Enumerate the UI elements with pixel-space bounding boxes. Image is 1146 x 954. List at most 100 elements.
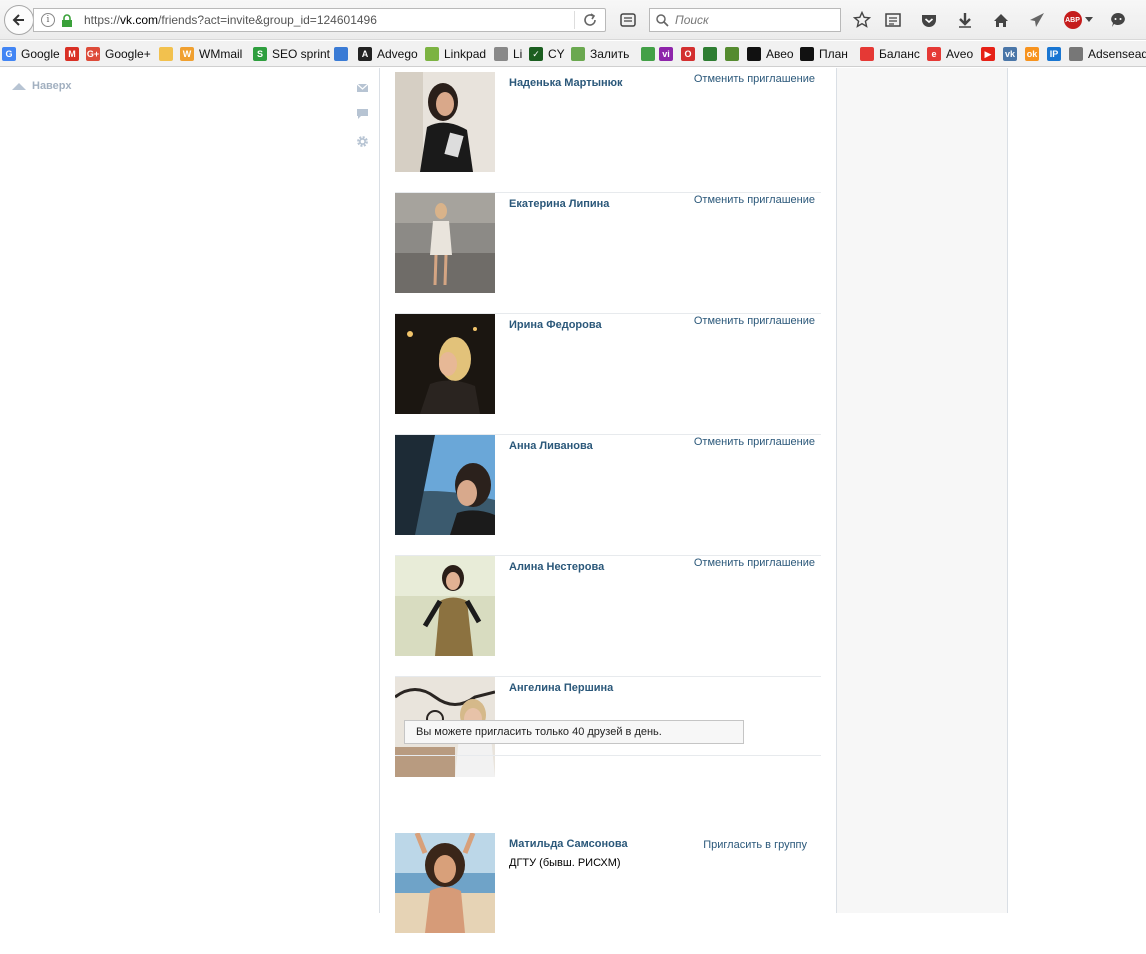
- back-button[interactable]: [4, 5, 34, 35]
- bookmark-item[interactable]: e Aveo: [927, 45, 973, 63]
- bookmark-label: План: [819, 47, 848, 61]
- cancel-invite-link[interactable]: Отменить приглашение: [694, 436, 815, 448]
- friend-university: ДГТУ (бывш. РИСХМ): [509, 857, 621, 869]
- bookmark-item[interactable]: Баланс: [860, 45, 920, 63]
- plan-icon: [800, 47, 814, 61]
- upload-icon: [571, 47, 585, 61]
- arrow-up-icon: [12, 82, 26, 90]
- search-bar[interactable]: Поиск: [649, 8, 841, 32]
- bookmark-item[interactable]: Li: [494, 45, 522, 63]
- reload-icon[interactable]: [582, 12, 598, 28]
- google-icon: G: [2, 47, 16, 61]
- cancel-invite-link[interactable]: Отменить приглашение: [694, 557, 815, 569]
- lock-icon[interactable]: [61, 14, 73, 27]
- divider: [395, 755, 821, 756]
- messages-icon[interactable]: [356, 81, 369, 94]
- bookmark-label: Advego: [377, 47, 418, 61]
- bookmark-item[interactable]: vi: [659, 45, 678, 63]
- url-separator: [574, 11, 575, 29]
- send-icon[interactable]: [1027, 10, 1047, 30]
- avatar[interactable]: [395, 435, 495, 535]
- vi-icon: vi: [659, 47, 673, 61]
- bookmark-item[interactable]: W WMmail: [180, 45, 242, 63]
- pocket-icon[interactable]: [919, 10, 939, 30]
- bookmark-item[interactable]: vk: [1003, 45, 1022, 63]
- settings-gear-icon[interactable]: [356, 135, 369, 148]
- avatar[interactable]: [395, 314, 495, 414]
- bookmark-item[interactable]: IP: [1047, 45, 1066, 63]
- chat-icon: [159, 47, 173, 61]
- invite-to-group-link[interactable]: Пригласить в группу: [703, 839, 807, 851]
- bookmark-star-icon[interactable]: [852, 10, 872, 30]
- bookmark-item[interactable]: S SEO sprint: [253, 45, 330, 63]
- bookmark-label: Баланс: [879, 47, 920, 61]
- bookmark-item[interactable]: [159, 45, 178, 63]
- url-prefix: https://: [84, 13, 121, 27]
- bookmark-item[interactable]: G+ Google+: [86, 45, 151, 63]
- odnoklassniki-icon: ok: [1025, 47, 1039, 61]
- bookmark-item[interactable]: [725, 45, 744, 63]
- refresh-green-icon: [641, 47, 655, 61]
- bookmark-item[interactable]: ▶: [981, 45, 1000, 63]
- bookmark-item[interactable]: O: [681, 45, 700, 63]
- bookmark-label: WMmail: [199, 47, 243, 61]
- bookmark-item[interactable]: Adsensead: [1069, 45, 1146, 63]
- globe-icon: [1069, 47, 1083, 61]
- comments-icon[interactable]: [356, 108, 369, 121]
- adblock-button[interactable]: ABP: [1062, 10, 1094, 30]
- bookmark-item[interactable]: [641, 45, 660, 63]
- bookmark-item[interactable]: G Google: [2, 45, 60, 63]
- bookmark-item[interactable]: [703, 45, 722, 63]
- home-icon[interactable]: [991, 10, 1011, 30]
- url-host: vk.com: [120, 13, 159, 27]
- friend-name-link[interactable]: Екатерина Липина: [509, 198, 609, 210]
- info-icon[interactable]: i: [41, 13, 55, 27]
- bookmark-item[interactable]: [334, 45, 353, 63]
- friend-name-link[interactable]: Матильда Самсонова: [509, 838, 628, 850]
- chat-face-icon[interactable]: [1108, 10, 1128, 30]
- avatar[interactable]: [395, 193, 495, 293]
- right-column: [837, 68, 1008, 913]
- reader-view-icon[interactable]: [618, 10, 638, 30]
- cancel-invite-link[interactable]: Отменить приглашение: [694, 73, 815, 85]
- bookmark-item[interactable]: A Advego: [358, 45, 418, 63]
- bookmark-item[interactable]: ✓ CY: [529, 45, 565, 63]
- bookmark-item[interactable]: Авео: [747, 45, 794, 63]
- friend-row: Анна Ливанова Отменить приглашение: [395, 435, 821, 556]
- bookmark-label: Google: [21, 47, 60, 61]
- avatar[interactable]: [395, 556, 495, 656]
- url-text[interactable]: https://vk.com/friends?act=invite&group_…: [84, 13, 377, 27]
- bookmark-item[interactable]: Залить: [571, 45, 629, 63]
- friend-row: Алина Нестерова Отменить приглашение: [395, 556, 821, 677]
- bookmark-label: Залить: [590, 47, 630, 61]
- bookmark-item[interactable]: Linkpad: [425, 45, 486, 63]
- bookmark-label: Google+: [105, 47, 151, 61]
- avatar[interactable]: [395, 72, 495, 172]
- advego-icon: A: [358, 47, 372, 61]
- invite-limit-notice: Вы можете пригласить только 40 друзей в …: [404, 720, 744, 744]
- opera-icon: O: [681, 47, 695, 61]
- stats-icon: [334, 47, 348, 61]
- download-icon[interactable]: [955, 10, 975, 30]
- chevron-down-icon: [1084, 17, 1093, 22]
- bookmark-label: Aveo: [946, 47, 974, 61]
- bookmarks-list-icon[interactable]: [883, 10, 903, 30]
- cancel-invite-link[interactable]: Отменить приглашение: [694, 194, 815, 206]
- friend-name-link[interactable]: Наденька Мартынюк: [509, 77, 623, 89]
- browser-navbar: i https://vk.com/friends?act=invite&grou…: [0, 0, 1146, 40]
- lifebuoy-icon: [860, 47, 874, 61]
- url-bar[interactable]: i https://vk.com/friends?act=invite&grou…: [33, 8, 606, 32]
- friend-name-link[interactable]: Анна Ливанова: [509, 440, 593, 452]
- avatar[interactable]: [395, 833, 495, 933]
- scroll-to-top-link[interactable]: Наверх: [12, 80, 72, 92]
- back-arrow-icon: [12, 14, 24, 26]
- bookmark-item[interactable]: План: [800, 45, 848, 63]
- friend-name-link[interactable]: Алина Нестерова: [509, 561, 604, 573]
- bookmark-item[interactable]: M: [65, 45, 84, 63]
- friend-name-link[interactable]: Ирина Федорова: [509, 319, 602, 331]
- youtube-icon: ▶: [981, 47, 995, 61]
- gmail-icon: M: [65, 47, 79, 61]
- bookmark-item[interactable]: ok: [1025, 45, 1044, 63]
- friend-name-link[interactable]: Ангелина Першина: [509, 682, 613, 694]
- cancel-invite-link[interactable]: Отменить приглашение: [694, 315, 815, 327]
